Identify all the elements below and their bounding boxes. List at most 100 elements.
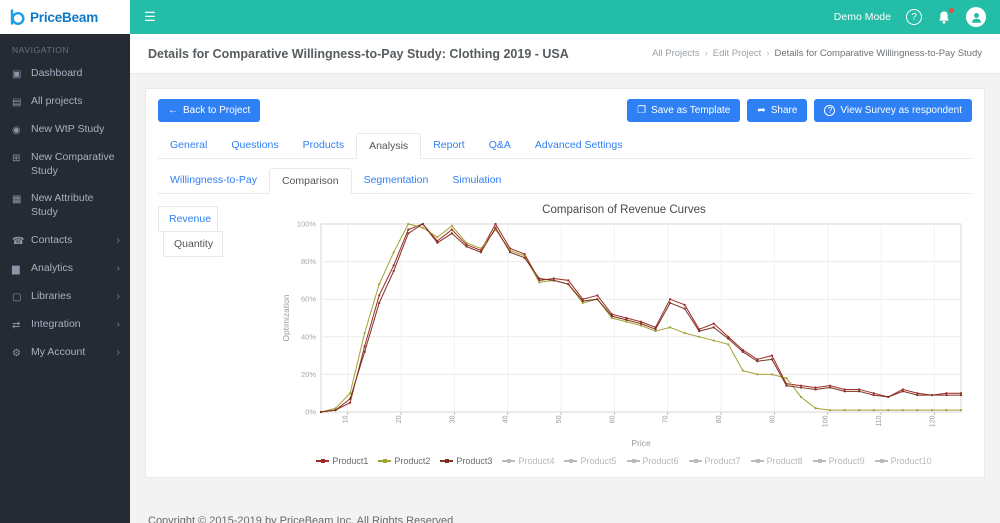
breadcrumb-edit-project[interactable]: Edit Project — [713, 48, 762, 59]
svg-text:10: 10 — [343, 415, 350, 423]
legend-marker — [750, 459, 764, 463]
svg-text:0%: 0% — [305, 408, 316, 417]
legend-item-product5[interactable]: Product5 — [564, 456, 617, 466]
legend-marker — [440, 459, 454, 463]
sidebar-item-integration[interactable]: ⇄ Integration › — [0, 311, 130, 339]
legend-marker — [812, 459, 826, 463]
nav-section-label: NAVIGATION — [12, 45, 70, 55]
tab-questions[interactable]: Questions — [219, 133, 290, 159]
legend-item-product4[interactable]: Product4 — [502, 456, 554, 466]
account-gear-icon: ⚙ — [12, 347, 21, 359]
wtp-study-icon: ◉ — [12, 125, 21, 136]
svg-text:40%: 40% — [301, 332, 316, 341]
chevron-right-icon: › — [116, 262, 120, 274]
integration-icon: ⇄ — [12, 319, 21, 331]
share-button[interactable]: ➦ Share — [747, 99, 808, 122]
subtab-comparison[interactable]: Comparison — [268, 168, 352, 194]
legend-item-product6[interactable]: Product6 — [626, 456, 679, 466]
legend-item-product8[interactable]: Product8 — [750, 456, 803, 466]
subtab-simulation[interactable]: Simulation — [440, 168, 513, 194]
legend-marker — [626, 459, 640, 463]
tab-analysis[interactable]: Analysis — [356, 133, 422, 159]
legend-marker — [378, 459, 392, 463]
breadcrumb-separator: › — [766, 48, 770, 59]
subtab-segmentation[interactable]: Segmentation — [352, 168, 441, 194]
svg-text:30: 30 — [449, 415, 456, 423]
sidebar-item-analytics[interactable]: ▆ Analytics › — [0, 255, 130, 283]
breadcrumb-separator: › — [704, 48, 708, 59]
tab-products[interactable]: Products — [291, 133, 356, 159]
sidebar-item-libraries[interactable]: ▢ Libraries › — [0, 283, 130, 311]
sidebar-item-new-attribute-study[interactable]: ▦ New Attribute Study — [0, 185, 130, 226]
tab-advanced-settings[interactable]: Advanced Settings — [523, 133, 635, 159]
breadcrumb-all-projects[interactable]: All Projects — [652, 48, 700, 59]
page-header: Details for Comparative Willingness-to-P… — [130, 34, 1000, 74]
notification-badge — [948, 6, 955, 14]
svg-text:60: 60 — [609, 415, 616, 423]
svg-text:40: 40 — [503, 415, 510, 423]
tab-report[interactable]: Report — [421, 133, 477, 159]
legend-item-product3[interactable]: Product3 — [440, 456, 492, 466]
brand-logo[interactable]: PriceBeam — [0, 0, 130, 34]
contacts-icon: ☎ — [12, 235, 25, 247]
legend-item-product7[interactable]: Product7 — [688, 456, 741, 466]
analysis-subtabs: Willingness-to-Pay Comparison Segmentati… — [158, 167, 972, 194]
legend-marker — [564, 459, 578, 463]
template-icon: ❐ — [637, 105, 647, 116]
legend-marker — [874, 459, 888, 463]
view-survey-button[interactable]: ? View Survey as respondent — [814, 99, 972, 122]
sidebar-nav: ▣ Dashboard ▤ All projects ◉ New WtP Stu… — [0, 60, 130, 367]
svg-text:80: 80 — [716, 415, 723, 423]
main-tabs: General Questions Products Analysis Repo… — [158, 132, 972, 159]
sidebar-item-my-account[interactable]: ⚙ My Account › — [0, 339, 130, 367]
copyright-footer: Copyright © 2015-2019 by PriceBeam Inc. … — [148, 515, 454, 523]
help-icon[interactable]: ? — [906, 9, 922, 25]
back-arrow-icon: ← — [168, 105, 178, 116]
tab-general[interactable]: General — [158, 133, 219, 159]
chart-area: Comparison of Revenue Curves 0% 20% 40% 60%… — [276, 204, 972, 466]
svg-text:50: 50 — [556, 415, 563, 423]
question-circle-icon: ? — [824, 105, 836, 116]
legend-label: Product10 — [890, 456, 932, 466]
legend-label: Product6 — [642, 456, 679, 466]
sidebar: PriceBeam NAVIGATION ▣ Dashboard ▤ All p… — [0, 0, 130, 523]
side-tab-revenue[interactable]: Revenue — [158, 206, 218, 232]
comparative-study-icon: ⊞ — [12, 153, 21, 164]
projects-icon: ▤ — [12, 97, 22, 108]
sidebar-item-new-wtp-study[interactable]: ◉ New WtP Study — [0, 116, 130, 144]
analytics-icon: ▆ — [12, 263, 20, 275]
user-avatar[interactable] — [966, 7, 986, 27]
save-as-template-button[interactable]: ❐ Save as Template — [627, 99, 741, 122]
legend-label: Product7 — [704, 456, 741, 466]
tab-qa[interactable]: Q&A — [477, 133, 523, 159]
legend-item-product9[interactable]: Product9 — [812, 456, 865, 466]
sidebar-item-contacts[interactable]: ☎ Contacts › — [0, 227, 130, 255]
legend-label: Product3 — [456, 456, 493, 466]
pricebeam-logo-icon — [10, 9, 25, 26]
side-tab-quantity[interactable]: Quantity — [163, 231, 223, 257]
chart-title: Comparison of Revenue Curves — [542, 204, 706, 216]
legend-item-product1[interactable]: Product1 — [316, 456, 368, 466]
svg-text:Optimization: Optimization — [281, 294, 291, 342]
chevron-right-icon: › — [116, 318, 120, 330]
menu-toggle-icon[interactable]: ☰ — [144, 9, 156, 25]
svg-text:20: 20 — [396, 415, 403, 423]
comparison-panel: Revenue Quantity Comparison of Revenue C… — [158, 204, 972, 466]
breadcrumb: All Projects › Edit Project › Details fo… — [652, 48, 982, 59]
sidebar-item-dashboard[interactable]: ▣ Dashboard — [0, 60, 130, 88]
sidebar-item-all-projects[interactable]: ▤ All projects — [0, 88, 130, 116]
back-to-project-button[interactable]: ← Back to Project — [158, 99, 261, 122]
legend-label: Product1 — [332, 456, 369, 466]
legend-item-product2[interactable]: Product2 — [378, 456, 430, 466]
sidebar-item-new-comparative-study[interactable]: ⊞ New Comparative Study — [0, 144, 130, 185]
notifications-bell-icon[interactable] — [937, 6, 955, 25]
legend-item-product10[interactable]: Product10 — [874, 456, 932, 466]
svg-text:120: 120 — [929, 415, 936, 427]
chevron-right-icon: › — [116, 234, 120, 246]
person-icon — [971, 12, 981, 23]
page-content: ← Back to Project ❐ Save as Template ➦ S… — [130, 74, 1000, 523]
app-window: PriceBeam NAVIGATION ▣ Dashboard ▤ All p… — [0, 0, 1000, 523]
subtab-willingness-to-pay[interactable]: Willingness-to-Pay — [158, 168, 269, 194]
svg-text:20%: 20% — [301, 370, 316, 379]
chevron-right-icon: › — [116, 290, 120, 302]
